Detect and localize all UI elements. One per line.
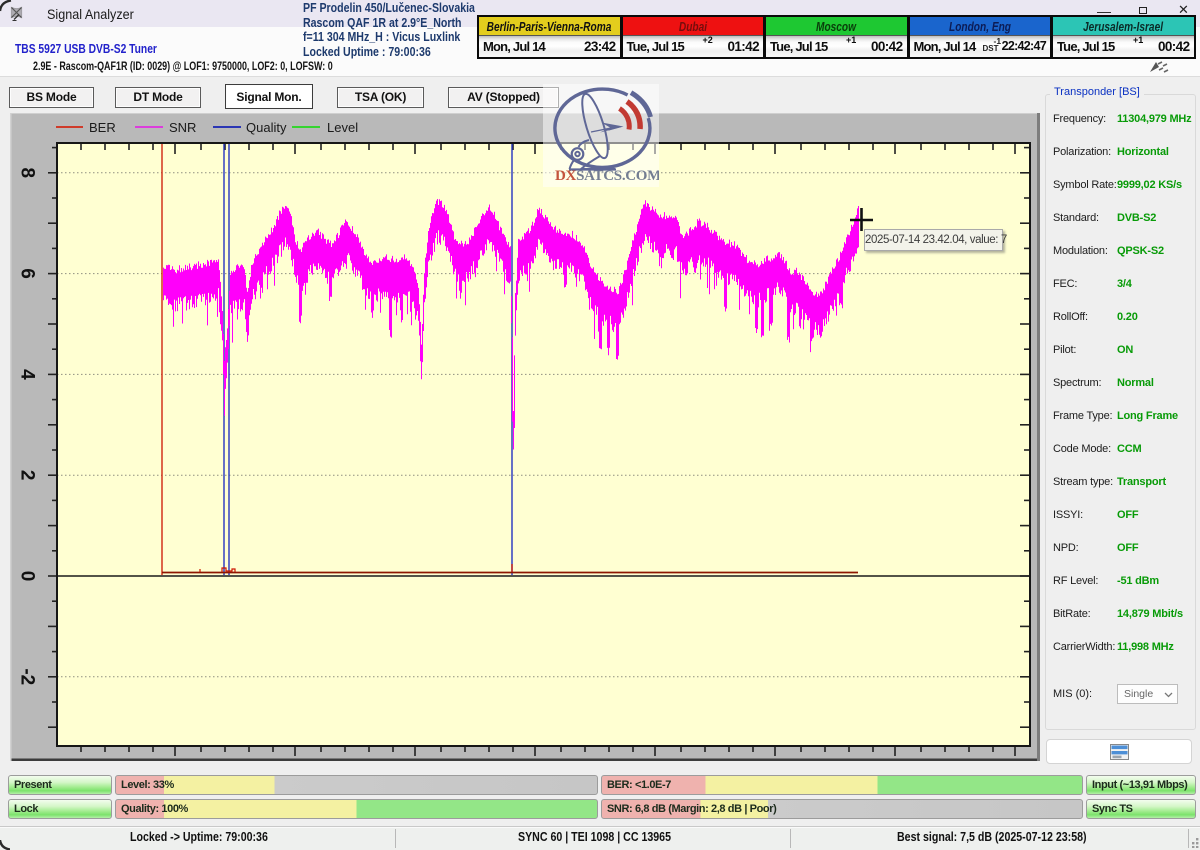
svg-text:-2: -2 <box>17 668 38 685</box>
svg-text:SNR: SNR <box>169 120 196 135</box>
svg-text:BER: BER <box>89 120 116 135</box>
svg-text:Quality: Quality <box>246 120 287 135</box>
svg-text:2: 2 <box>17 470 38 481</box>
svg-text:4: 4 <box>17 369 38 380</box>
svg-text:8: 8 <box>16 168 37 179</box>
svg-text:6: 6 <box>17 268 38 279</box>
svg-text:Level: Level <box>327 120 358 135</box>
svg-text:0: 0 <box>17 571 38 582</box>
svg-text:DXSATCS.COM: DXSATCS.COM <box>555 168 659 184</box>
